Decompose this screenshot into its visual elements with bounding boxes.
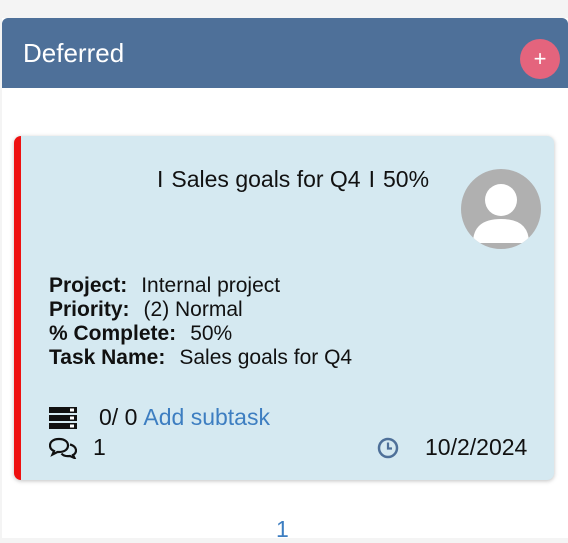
field-label: Task Name: (49, 346, 166, 369)
field-project: Project: Internal project (49, 274, 352, 298)
title-separator: I (157, 166, 164, 192)
field-label: Priority: (49, 298, 130, 321)
user-avatar-icon (473, 184, 529, 243)
field-value: Sales goals for Q4 (179, 346, 353, 369)
clock-icon (377, 437, 399, 458)
field-complete: % Complete: 50% (49, 322, 352, 346)
card-percent: 50% (383, 166, 430, 192)
task-card[interactable]: I Sales goals for Q4 I 50% Project: Internal… (14, 136, 554, 480)
field-value: (2) Normal (143, 298, 243, 321)
subtask-list-icon (49, 406, 77, 429)
deferred-column: Deferred + I Sales goals for Q4 I 50% Proje… (2, 18, 568, 538)
task-fields: Project: Internal project Priority: (2) No… (49, 274, 352, 370)
subtask-count: 0/ 0 (99, 404, 138, 430)
comment-count: 1 (93, 434, 106, 460)
add-subtask-link[interactable]: Add subtask (143, 404, 270, 431)
comments-icon (49, 437, 77, 459)
field-value: Internal project (141, 274, 281, 297)
field-task-name: Task Name: Sales goals for Q4 (49, 346, 352, 370)
add-task-button[interactable]: + (520, 39, 560, 79)
due-date: 10/2/2024 (425, 434, 528, 460)
pagination-page-link[interactable]: 1 (276, 516, 289, 543)
field-value: 50% (190, 322, 233, 345)
column-title: Deferred (23, 38, 125, 68)
card-title-text: Sales goals for Q4 (171, 166, 361, 192)
field-label: Project: (49, 274, 128, 297)
field-label: % Complete: (49, 322, 177, 345)
title-separator: I (368, 166, 375, 192)
card-title[interactable]: I Sales goals for Q4 I 50% (149, 166, 429, 193)
column-header: Deferred + (2, 18, 568, 88)
avatar[interactable] (461, 169, 541, 249)
comments-row[interactable]: 1 (49, 434, 106, 461)
field-priority: Priority: (2) Normal (49, 298, 352, 322)
subtask-row: 0/ 0 Add subtask (49, 404, 270, 431)
due-date-row: 10/2/2024 (377, 434, 527, 461)
